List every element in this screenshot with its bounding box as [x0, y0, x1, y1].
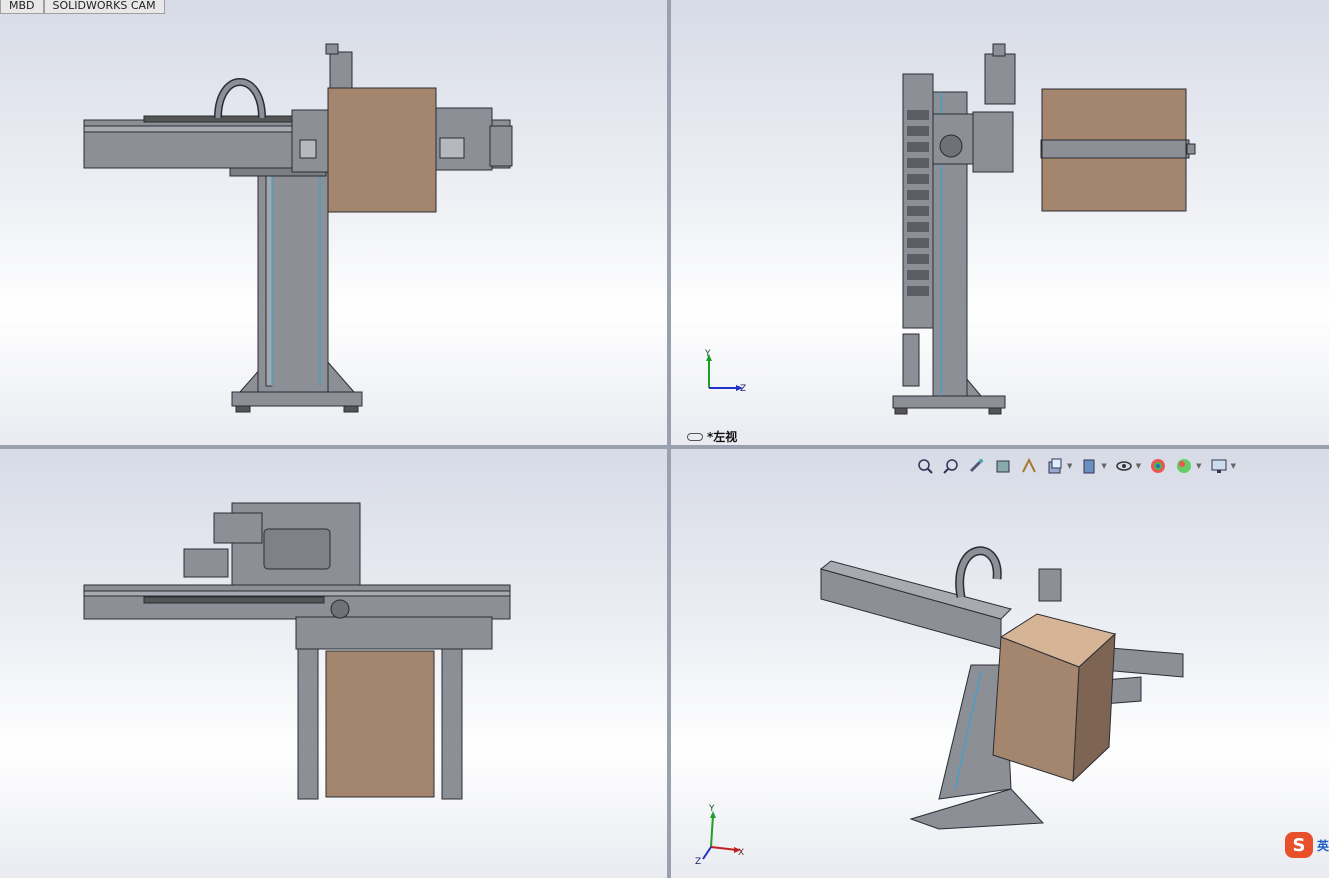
base-plate	[892, 395, 1006, 409]
document-tabs: MBD SOLIDWORKS CAM	[0, 0, 165, 14]
rail-right	[441, 648, 463, 800]
isometric-model: Y X Z	[695, 546, 1184, 867]
axis-label-z: Z	[740, 384, 746, 394]
triad-axes	[702, 811, 741, 860]
axis-label-x: X	[738, 848, 744, 858]
rail-left	[297, 648, 319, 800]
motor	[329, 51, 353, 89]
base-plate	[909, 788, 1045, 830]
viewport-divider-vertical[interactable]	[667, 0, 671, 878]
zoom-to-fit-icon[interactable]	[914, 457, 936, 475]
chevron-down-icon[interactable]: ▼	[1136, 462, 1141, 470]
display-style-icon[interactable]	[1078, 457, 1100, 475]
previous-view-icon[interactable]	[966, 457, 988, 475]
apply-scene-icon[interactable]	[1173, 457, 1195, 475]
base-gusset	[325, 358, 356, 393]
viewport-front[interactable]	[0, 0, 667, 445]
chevron-down-icon[interactable]: ▼	[1067, 462, 1072, 470]
top-view-model	[83, 502, 511, 800]
motor	[1038, 568, 1062, 602]
view-settings-icon[interactable]	[1208, 457, 1230, 475]
axis-label-y: Y	[708, 804, 715, 814]
triad-axes	[706, 354, 743, 391]
left-view-model: Y Z	[704, 43, 1196, 415]
load-box	[327, 87, 437, 213]
view-label[interactable]: *左视	[687, 428, 737, 445]
load-box	[325, 650, 435, 798]
carriage	[972, 111, 1014, 173]
viewport-divider-horizontal[interactable]	[0, 445, 1329, 449]
section-view-icon[interactable]	[992, 457, 1014, 475]
dynamic-annotation-icon[interactable]	[1018, 457, 1040, 475]
hide-show-items-icon[interactable]	[1113, 457, 1135, 475]
chevron-down-icon[interactable]: ▼	[1196, 462, 1201, 470]
axis-label-y: Y	[704, 349, 711, 359]
viewport-top[interactable]	[0, 449, 667, 878]
chevron-down-icon[interactable]: ▼	[1101, 462, 1106, 470]
heads-up-toolbar: ▼ ▼ ▼ ▼ ▼	[914, 457, 1238, 475]
front-view-model	[83, 43, 513, 413]
view-name: *左视	[707, 430, 738, 444]
motor	[213, 512, 263, 544]
base-plate	[231, 391, 363, 407]
viewport-left[interactable]: Y Z *左视	[671, 0, 1329, 445]
chevron-down-icon[interactable]: ▼	[1231, 462, 1236, 470]
view-orientation-icon[interactable]	[1044, 457, 1066, 475]
sogou-logo-icon: S	[1284, 832, 1313, 858]
tab-mbd[interactable]: MBD	[0, 0, 44, 14]
edit-appearance-icon[interactable]	[1147, 457, 1169, 475]
viewport-isometric[interactable]: ▼ ▼ ▼ ▼ ▼ Y X Z S 英	[671, 449, 1329, 878]
axis-label-z: Z	[695, 857, 701, 867]
carriage-plate	[295, 616, 493, 650]
zoom-to-area-icon[interactable]	[940, 457, 962, 475]
ime-mode: 英	[1316, 838, 1329, 853]
motor	[984, 53, 1016, 105]
tab-solidworks-cam[interactable]: SOLIDWORKS CAM	[43, 0, 165, 14]
ime-indicator[interactable]: S 英	[1284, 832, 1329, 858]
link-icon	[687, 432, 703, 441]
